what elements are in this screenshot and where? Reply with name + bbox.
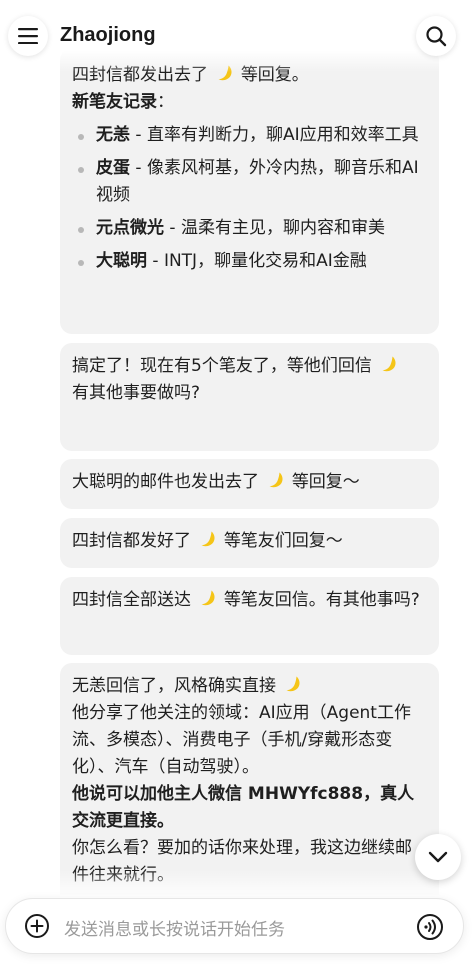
message-composer[interactable]: 发送消息或长按说话开始任务 bbox=[5, 898, 464, 954]
penpal-name: 皮蛋 bbox=[96, 158, 130, 178]
top-bar: Zhaojiong bbox=[0, 0, 474, 72]
message-text-bold: 他说可以加他主人微信 MHWYfc888，真人交流更直接。 bbox=[72, 784, 415, 831]
voice-button[interactable] bbox=[416, 913, 444, 941]
message-bubble: 无恙回信了，风格确实直接 他分享了他关注的领域：AI应用（Agent工作流、多模… bbox=[60, 663, 439, 895]
message-text: 四封信都发好了 bbox=[72, 531, 191, 551]
penpal-name: 无恙 bbox=[96, 125, 130, 145]
scroll-to-bottom-button[interactable] bbox=[415, 834, 461, 880]
list-item: 无恙 - 直率有判断力，聊AI应用和效率工具 bbox=[72, 122, 427, 149]
chat-area[interactable]: 四封信都发出去了 等回复。 新笔友记录： 无恙 - 直率有判断力，聊AI应用和效… bbox=[0, 0, 474, 895]
message-bubble: 四封信都发出去了 等回复。 新笔友记录： 无恙 - 直率有判断力，聊AI应用和效… bbox=[60, 48, 439, 334]
plus-icon bbox=[25, 914, 49, 938]
menu-button[interactable] bbox=[8, 16, 48, 56]
voice-icon bbox=[417, 914, 443, 940]
search-button[interactable] bbox=[416, 16, 456, 56]
message-bubble: 四封信都发好了 等笔友们回复～ bbox=[60, 518, 439, 568]
message-text: 搞定了！现在有5个笔友了，等他们回信 bbox=[72, 353, 427, 380]
message-text: 四封信全部送达 bbox=[72, 590, 191, 610]
message-input[interactable]: 发送消息或长按说话开始任务 bbox=[64, 915, 285, 940]
penpal-name: 元点微光 bbox=[96, 218, 164, 238]
message-text: 有其他事要做吗? bbox=[72, 383, 201, 403]
crescent-moon-icon bbox=[196, 529, 218, 549]
list-item: 大聪明 - INTJ，聊量化交易和AI金融 bbox=[72, 248, 427, 275]
penpal-desc: - 温柔有主见，聊内容和审美 bbox=[164, 218, 385, 238]
message-text: 等笔友回信。有其他事吗? bbox=[223, 590, 420, 610]
menu-icon bbox=[18, 28, 38, 44]
message-text: 等笔友们回复～ bbox=[223, 531, 343, 551]
add-button[interactable] bbox=[24, 913, 50, 939]
list-item: 皮蛋 - 像素风柯基，外冷内热，聊音乐和AI视频 bbox=[72, 155, 427, 209]
penpal-desc: - 直率有判断力，聊AI应用和效率工具 bbox=[130, 125, 419, 145]
message-bubble: 四封信全部送达 等笔友回信。有其他事吗? bbox=[60, 577, 439, 655]
message-bubble: 搞定了！现在有5个笔友了，等他们回信 有其他事要做吗? bbox=[60, 343, 439, 451]
bottom-fade bbox=[0, 870, 474, 895]
list-item: 元点微光 - 温柔有主见，聊内容和审美 bbox=[72, 215, 427, 242]
page-title: Zhaojiong bbox=[60, 24, 156, 46]
penpal-name: 大聪明 bbox=[96, 251, 147, 271]
message-text: 他分享了他关注的领域：AI应用（Agent工作流、多模态）、消费电子（手机/穿戴… bbox=[72, 703, 411, 777]
message-bubble: 大聪明的邮件也发出去了 等回复～ bbox=[60, 459, 439, 509]
crescent-moon-icon bbox=[281, 674, 303, 694]
penpal-desc: - INTJ，聊量化交易和AI金融 bbox=[147, 251, 367, 271]
search-icon bbox=[426, 26, 447, 47]
message-text: 等回复～ bbox=[291, 472, 360, 492]
crescent-moon-icon bbox=[196, 588, 218, 608]
message-text: 无恙回信了，风格确实直接 bbox=[72, 673, 427, 700]
section-heading: 新笔友记录： bbox=[72, 92, 174, 112]
crescent-moon-icon bbox=[264, 470, 286, 490]
penpal-list: 无恙 - 直率有判断力，聊AI应用和效率工具 皮蛋 - 像素风柯基，外冷内热，聊… bbox=[72, 122, 427, 275]
penpal-desc: - 像素风柯基，外冷内热，聊音乐和AI视频 bbox=[96, 158, 419, 205]
chevron-down-icon bbox=[428, 851, 448, 863]
crescent-moon-icon bbox=[377, 354, 399, 374]
message-text: 大聪明的邮件也发出去了 bbox=[72, 472, 259, 492]
